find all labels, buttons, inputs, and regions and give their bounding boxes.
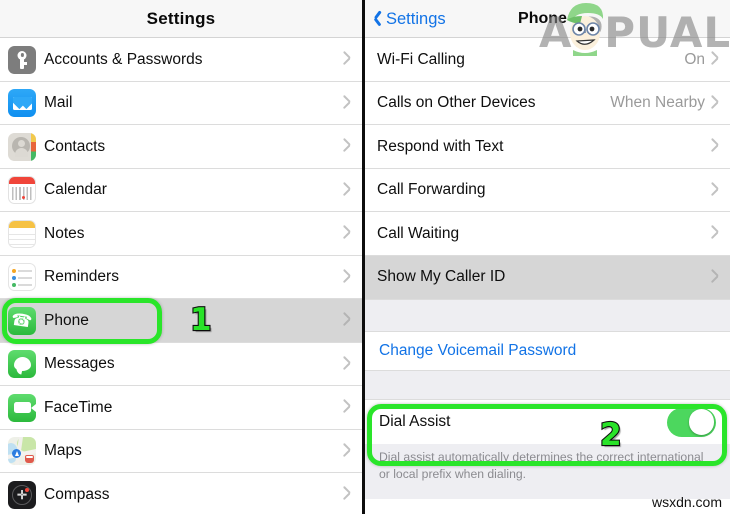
row-label: Dial Assist — [379, 413, 451, 430]
sidebar-item-label: Accounts & Passwords — [44, 50, 203, 68]
chevron-right-icon — [343, 270, 351, 284]
phone-navbar: Settings Phone — [365, 0, 730, 38]
sidebar-item-notes[interactable]: Notes — [0, 212, 362, 256]
facetime-icon — [0, 393, 44, 422]
sidebar-item-facetime[interactable]: FaceTime — [0, 386, 362, 430]
sidebar-item-label: FaceTime — [44, 398, 113, 416]
sidebar-item-messages[interactable]: Messages — [0, 342, 362, 386]
change-voicemail-password-button[interactable]: Change Voicemail Password — [365, 332, 730, 370]
chevron-right-icon — [711, 140, 719, 154]
row-dial-assist[interactable]: Dial Assist — [365, 400, 730, 444]
sidebar-item-accounts-passwords[interactable]: Accounts & Passwords — [0, 38, 362, 82]
group-gap — [365, 299, 730, 332]
row-label: Call Waiting — [377, 224, 460, 242]
dial-assist-footer: Dial assist automatically determines the… — [365, 444, 730, 499]
maps-icon — [0, 437, 44, 466]
chevron-right-icon — [343, 488, 351, 502]
sidebar-item-label: Contacts — [44, 137, 106, 155]
chevron-right-icon — [711, 227, 719, 241]
row-value: On — [684, 50, 705, 68]
sidebar-item-label: Notes — [44, 224, 85, 242]
settings-list-panel: Settings Accounts & Passwords Mail Conta… — [0, 0, 365, 514]
sidebar-item-label: Phone — [44, 311, 89, 329]
sidebar-item-contacts[interactable]: Contacts — [0, 125, 362, 169]
contacts-icon — [0, 132, 44, 161]
row-label: Call Forwarding — [377, 181, 486, 199]
dial-assist-toggle[interactable] — [667, 407, 716, 437]
phone-settings-panel: Settings Phone Wi-Fi Calling On Calls on… — [365, 0, 730, 514]
page-title: Settings — [146, 8, 216, 28]
link-label: Change Voicemail Password — [379, 342, 577, 359]
row-respond-with-text[interactable]: Respond with Text — [365, 125, 730, 169]
key-icon — [0, 45, 44, 74]
sidebar-item-reminders[interactable]: Reminders — [0, 255, 362, 299]
envelope-icon — [0, 89, 44, 118]
chevron-right-icon — [343, 140, 351, 154]
compass-icon: ✛ — [0, 480, 44, 509]
chevron-right-icon — [343, 444, 351, 458]
notes-icon — [0, 219, 44, 248]
row-value: When Nearby — [610, 94, 705, 112]
reminders-icon — [0, 263, 44, 292]
page-title: Phone — [518, 10, 567, 27]
group-gap — [365, 370, 730, 400]
chevron-right-icon — [343, 314, 351, 328]
row-label: Calls on Other Devices — [377, 94, 536, 112]
sidebar-item-maps[interactable]: Maps — [0, 429, 362, 473]
chevron-right-icon — [343, 401, 351, 415]
row-label: Wi-Fi Calling — [377, 50, 465, 68]
chevron-right-icon — [343, 227, 351, 241]
row-calls-on-other-devices[interactable]: Calls on Other Devices When Nearby — [365, 81, 730, 125]
row-wifi-calling[interactable]: Wi-Fi Calling On — [365, 38, 730, 82]
sidebar-item-mail[interactable]: Mail — [0, 81, 362, 125]
row-show-my-caller-id[interactable]: Show My Caller ID — [365, 255, 730, 299]
chevron-right-icon — [343, 96, 351, 110]
chevron-right-icon — [343, 183, 351, 197]
row-call-waiting[interactable]: Call Waiting — [365, 212, 730, 256]
chevron-right-icon — [343, 357, 351, 371]
chevron-right-icon — [711, 53, 719, 67]
row-label: Show My Caller ID — [377, 268, 506, 286]
sidebar-item-calendar[interactable]: Calendar — [0, 168, 362, 212]
chevron-right-icon — [711, 183, 719, 197]
sidebar-item-phone[interactable]: ☎ Phone — [0, 299, 362, 343]
row-call-forwarding[interactable]: Call Forwarding — [365, 168, 730, 212]
sidebar-item-label: Compass — [44, 485, 110, 503]
sidebar-item-label: Calendar — [44, 181, 107, 199]
sidebar-item-compass[interactable]: ✛ Compass — [0, 473, 362, 514]
chevron-right-icon — [711, 270, 719, 284]
screenshot-root: Settings Accounts & Passwords Mail Conta… — [0, 0, 730, 514]
settings-navbar: Settings — [0, 0, 362, 38]
row-label: Respond with Text — [377, 137, 504, 155]
sidebar-item-label: Maps — [44, 442, 82, 460]
toggle-knob — [688, 409, 715, 435]
site-watermark: wsxdn.com — [651, 494, 722, 510]
sidebar-item-label: Reminders — [44, 268, 119, 286]
calendar-icon — [0, 176, 44, 205]
messages-icon — [0, 350, 44, 379]
sidebar-item-label: Mail — [44, 94, 73, 112]
chevron-right-icon — [711, 96, 719, 110]
sidebar-item-label: Messages — [44, 355, 115, 373]
phone-icon: ☎ — [0, 306, 44, 335]
chevron-right-icon — [343, 53, 351, 67]
